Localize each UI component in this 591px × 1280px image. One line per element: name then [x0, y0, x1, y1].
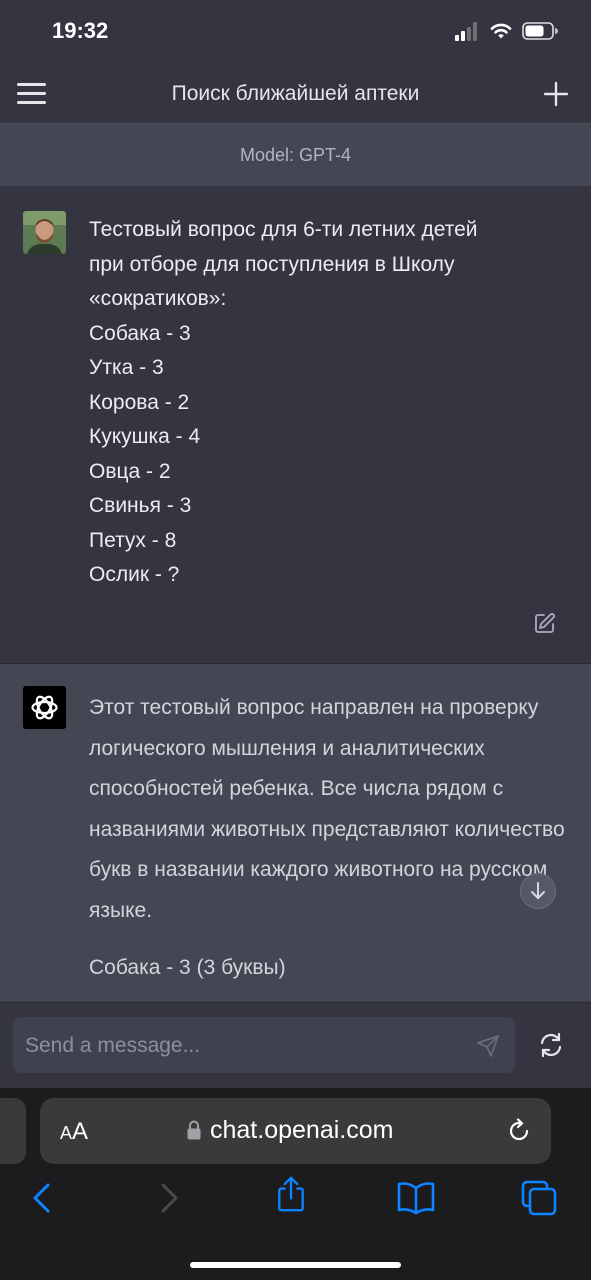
conversation-title: Поиск ближайшей аптеки: [171, 82, 420, 105]
model-label: Model: GPT-4: [0, 124, 591, 186]
user-message-line: Петух - 8: [89, 528, 177, 552]
send-icon[interactable]: [476, 1034, 500, 1058]
user-message-line: Собака - 3: [89, 321, 191, 345]
url-text: chat.openai.com: [210, 1116, 394, 1144]
user-message-line: Свинья - 3: [89, 494, 192, 517]
arrow-down-icon: [531, 882, 545, 899]
user-message-line: Корова - 2: [89, 390, 190, 414]
home-indicator: [190, 1262, 401, 1268]
regenerate-icon[interactable]: [537, 1031, 565, 1059]
previous-tab[interactable]: [0, 1098, 26, 1164]
user-message-line: Овца - 2: [89, 459, 171, 483]
address-bar[interactable]: AA chat.openai.com: [40, 1098, 551, 1164]
wifi-icon: [490, 23, 512, 39]
lock-icon: [187, 1120, 201, 1140]
reader-settings-button[interactable]: AA: [60, 1118, 88, 1146]
battery-icon: [522, 22, 558, 40]
user-message-text: Тестовый вопрос для 6-ти летних детей пр…: [89, 213, 559, 593]
message-input[interactable]: Send a message...: [13, 1017, 515, 1073]
bookmarks-icon[interactable]: [396, 1180, 436, 1216]
scroll-to-bottom-button[interactable]: [520, 873, 556, 909]
user-message-line: «сократиков»:: [89, 287, 227, 310]
message-input-placeholder: Send a message...: [25, 1034, 201, 1057]
assistant-message: Этот тестовый вопрос направлен на провер…: [0, 664, 591, 1002]
user-message-line: Кукушка - 4: [89, 425, 201, 448]
user-message-line: Тестовый вопрос для 6-ти летних детей: [89, 218, 478, 241]
edit-icon[interactable]: [534, 612, 556, 634]
plus-icon[interactable]: [543, 81, 569, 107]
user-message-line: при отборе для поступления в Школу: [89, 252, 455, 276]
back-icon[interactable]: [24, 1180, 60, 1216]
status-bar: 19:32: [0, 0, 591, 64]
assistant-message-line: Собака - 3 (3 буквы): [89, 956, 286, 979]
cellular-signal-icon: [455, 21, 481, 41]
user-message: Тестовый вопрос для 6-ти летних детей пр…: [0, 186, 591, 664]
user-message-line: Утка - 3: [89, 356, 164, 379]
composer: Send a message...: [0, 1002, 591, 1088]
forward-icon[interactable]: [151, 1180, 187, 1216]
user-message-line: Ослик - ?: [89, 563, 180, 586]
app-header: Поиск ближайшей аптеки: [0, 64, 591, 124]
user-avatar: [23, 211, 66, 254]
openai-logo-icon: [23, 686, 66, 729]
tabs-icon[interactable]: [521, 1180, 557, 1216]
reload-icon[interactable]: [505, 1117, 533, 1145]
assistant-message-text: Этот тестовый вопрос направлен на провер…: [89, 696, 565, 922]
share-icon[interactable]: [273, 1176, 309, 1212]
status-time: 19:32: [52, 18, 109, 43]
